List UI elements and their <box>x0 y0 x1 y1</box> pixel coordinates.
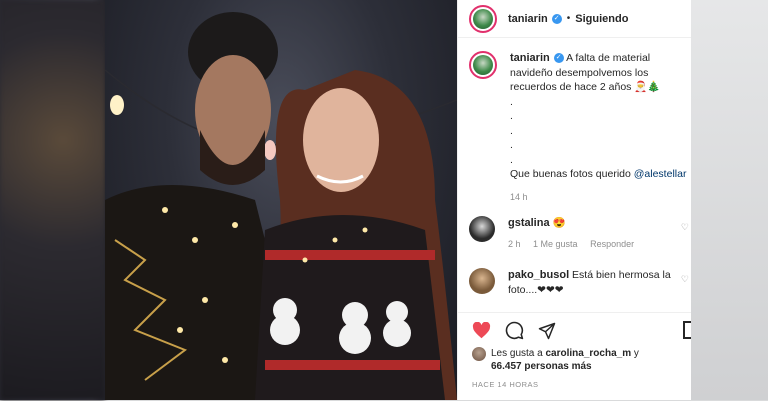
caption-dot-5: . <box>510 153 513 166</box>
post-caption: taniarin ✓ A falta de material navideño d… <box>469 51 691 204</box>
likes-prefix: Les gusta a <box>491 348 546 359</box>
separator-dot: • <box>566 13 571 24</box>
commenter-avatar[interactable] <box>469 268 495 294</box>
commenter-avatar[interactable] <box>469 216 495 242</box>
mention-link[interactable]: @alestellar <box>634 168 687 180</box>
verified-icon: ✓ <box>553 53 564 64</box>
commenter-username[interactable]: gstalina <box>508 217 550 229</box>
share-icon[interactable] <box>538 322 556 340</box>
comment-row: pako_busol Está bien hermosa la foto....… <box>469 268 691 297</box>
comment-like-icon[interactable]: ♡ <box>681 222 689 233</box>
couple-photo-illustration <box>105 12 457 400</box>
caption-dot-2: . <box>510 110 513 122</box>
post-actions: Les gusta a carolina_rocha_m y 66.457 pe… <box>458 312 691 401</box>
likes-joiner: y <box>631 348 639 359</box>
author-username[interactable]: taniarin <box>508 13 548 25</box>
comment-time[interactable]: 2 h <box>508 239 521 249</box>
comment-icon[interactable] <box>505 321 524 340</box>
heart-icon[interactable] <box>472 322 491 339</box>
caption-author-username[interactable]: taniarin <box>510 52 550 64</box>
caption-author-avatar[interactable] <box>469 51 497 79</box>
post-side-panel: taniarin ✓ • Siguiendo taniarin ✓ A falta… <box>457 0 691 400</box>
caption-closing: Que buenas fotos querido <box>510 168 634 180</box>
reply-button[interactable]: Responder <box>590 239 634 249</box>
liker-avatar <box>472 347 486 361</box>
comment-like-icon[interactable]: ♡ <box>681 274 689 285</box>
caption-dot-4: . <box>510 139 513 151</box>
comment-likes[interactable]: 1 Me gusta <box>533 239 578 249</box>
post-photo[interactable] <box>105 0 457 400</box>
likes-count[interactable]: 66.457 personas más <box>491 361 592 372</box>
commenter-username[interactable]: pako_busol <box>508 269 569 281</box>
blurred-backdrop-right <box>688 0 768 400</box>
blurred-backdrop-left <box>0 0 105 400</box>
verified-icon: ✓ <box>551 13 562 24</box>
bookmark-icon[interactable] <box>683 321 691 339</box>
comment-row: gstalina 😍 2 h 1 Me gusta Responder ♡ <box>469 216 691 251</box>
post-time[interactable]: 14 h <box>510 190 690 205</box>
likes-summary: Les gusta a carolina_rocha_m y 66.457 pe… <box>472 347 639 373</box>
caption-dot-3: . <box>510 124 513 137</box>
author-avatar[interactable] <box>469 4 497 33</box>
comment-text: 😍 <box>552 217 566 229</box>
following-button[interactable]: Siguiendo <box>575 13 628 25</box>
caption-dot-1: . <box>510 95 513 108</box>
liker-username[interactable]: carolina_rocha_m <box>545 348 631 359</box>
posted-time[interactable]: HACE 14 HORAS <box>472 380 539 389</box>
post-header: taniarin ✓ • Siguiendo <box>458 0 691 38</box>
